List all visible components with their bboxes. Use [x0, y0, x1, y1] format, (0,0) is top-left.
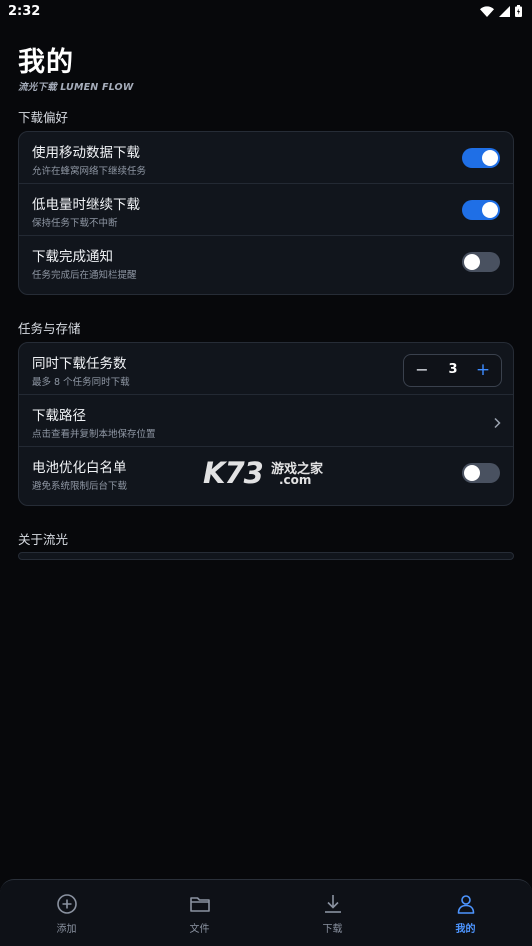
- about-card[interactable]: [18, 552, 514, 560]
- concurrent-tasks-stepper: − 3 +: [403, 354, 502, 387]
- completion-notify-toggle[interactable]: [462, 252, 500, 272]
- battery-icon: [515, 5, 522, 17]
- row-title: 低电量时继续下载: [32, 197, 140, 213]
- row-title: 电池优化白名单: [32, 460, 127, 476]
- person-icon: [455, 893, 477, 915]
- wifi-icon: [480, 5, 494, 17]
- add-circle-icon: [56, 893, 78, 915]
- increment-button[interactable]: +: [473, 360, 493, 380]
- row-description: 避免系统限制后台下载: [32, 481, 128, 492]
- page-subtitle: 流光下载 LUMEN FLOW: [18, 82, 134, 93]
- row-title: 下载完成通知: [32, 249, 113, 265]
- status-bar: 2:32: [0, 0, 532, 22]
- nav-label: 添加: [56, 924, 77, 935]
- page-title: 我的: [18, 47, 74, 78]
- section-title-about: 关于流光: [18, 532, 69, 547]
- nav-label: 文件: [189, 924, 210, 935]
- stepper-value: 3: [448, 362, 458, 377]
- nav-item-me[interactable]: 我的: [399, 880, 532, 946]
- row-description: 最多 8 个任务同时下载: [32, 377, 130, 388]
- settings-screen: 2:32 我的 流光下载 LUMEN FLOW 下载偏好 使用移动数据下载 允许…: [0, 0, 532, 946]
- section-title-download-prefs: 下载偏好: [18, 110, 69, 125]
- nav-label: 下载: [322, 924, 343, 935]
- download-icon: [322, 893, 344, 915]
- status-icons: [480, 5, 522, 17]
- download-prefs-card: 使用移动数据下载 允许在蜂窝网络下继续任务 低电量时继续下载 保持任务下载不中断…: [18, 131, 514, 295]
- nav-item-files[interactable]: 文件: [133, 880, 266, 946]
- concurrent-tasks-row: 同时下载任务数 最多 8 个任务同时下载 − 3 +: [19, 343, 513, 395]
- watermark: K73 游戏之家 .com: [203, 456, 333, 490]
- row-description: 任务完成后在通知栏提醒: [32, 270, 137, 281]
- low-battery-toggle[interactable]: [462, 200, 500, 220]
- completion-notify-row[interactable]: 下载完成通知 任务完成后在通知栏提醒: [19, 236, 513, 288]
- row-title: 下载路径: [32, 408, 86, 424]
- toggle-knob: [464, 254, 480, 270]
- folder-icon: [189, 893, 211, 915]
- toggle-knob: [464, 465, 480, 481]
- row-description: 允许在蜂窝网络下继续任务: [32, 166, 147, 177]
- status-time: 2:32: [8, 3, 41, 19]
- row-title: 同时下载任务数: [32, 356, 127, 372]
- download-path-row[interactable]: 下载路径 点击查看并复制本地保存位置: [19, 395, 513, 447]
- signal-icon: [499, 5, 510, 17]
- mobile-data-toggle[interactable]: [462, 148, 500, 168]
- nav-item-downloads[interactable]: 下载: [266, 880, 399, 946]
- row-description: 点击查看并复制本地保存位置: [32, 429, 156, 440]
- nav-item-add[interactable]: 添加: [0, 880, 133, 946]
- decrement-button[interactable]: −: [412, 360, 432, 380]
- row-title: 使用移动数据下载: [32, 145, 140, 161]
- low-battery-row[interactable]: 低电量时继续下载 保持任务下载不中断: [19, 184, 513, 236]
- row-description: 保持任务下载不中断: [32, 218, 118, 229]
- toggle-knob: [482, 150, 498, 166]
- toggle-knob: [482, 202, 498, 218]
- section-title-tasks-storage: 任务与存储: [18, 321, 81, 336]
- bottom-nav: 添加 文件 下载 我的: [0, 879, 532, 946]
- mobile-data-row[interactable]: 使用移动数据下载 允许在蜂窝网络下继续任务: [19, 132, 513, 184]
- watermark-domain: .com: [279, 473, 312, 487]
- chevron-right-icon: [493, 414, 501, 433]
- battery-whitelist-toggle[interactable]: [462, 463, 500, 483]
- watermark-logo: K73: [203, 456, 264, 490]
- nav-label: 我的: [455, 924, 476, 935]
